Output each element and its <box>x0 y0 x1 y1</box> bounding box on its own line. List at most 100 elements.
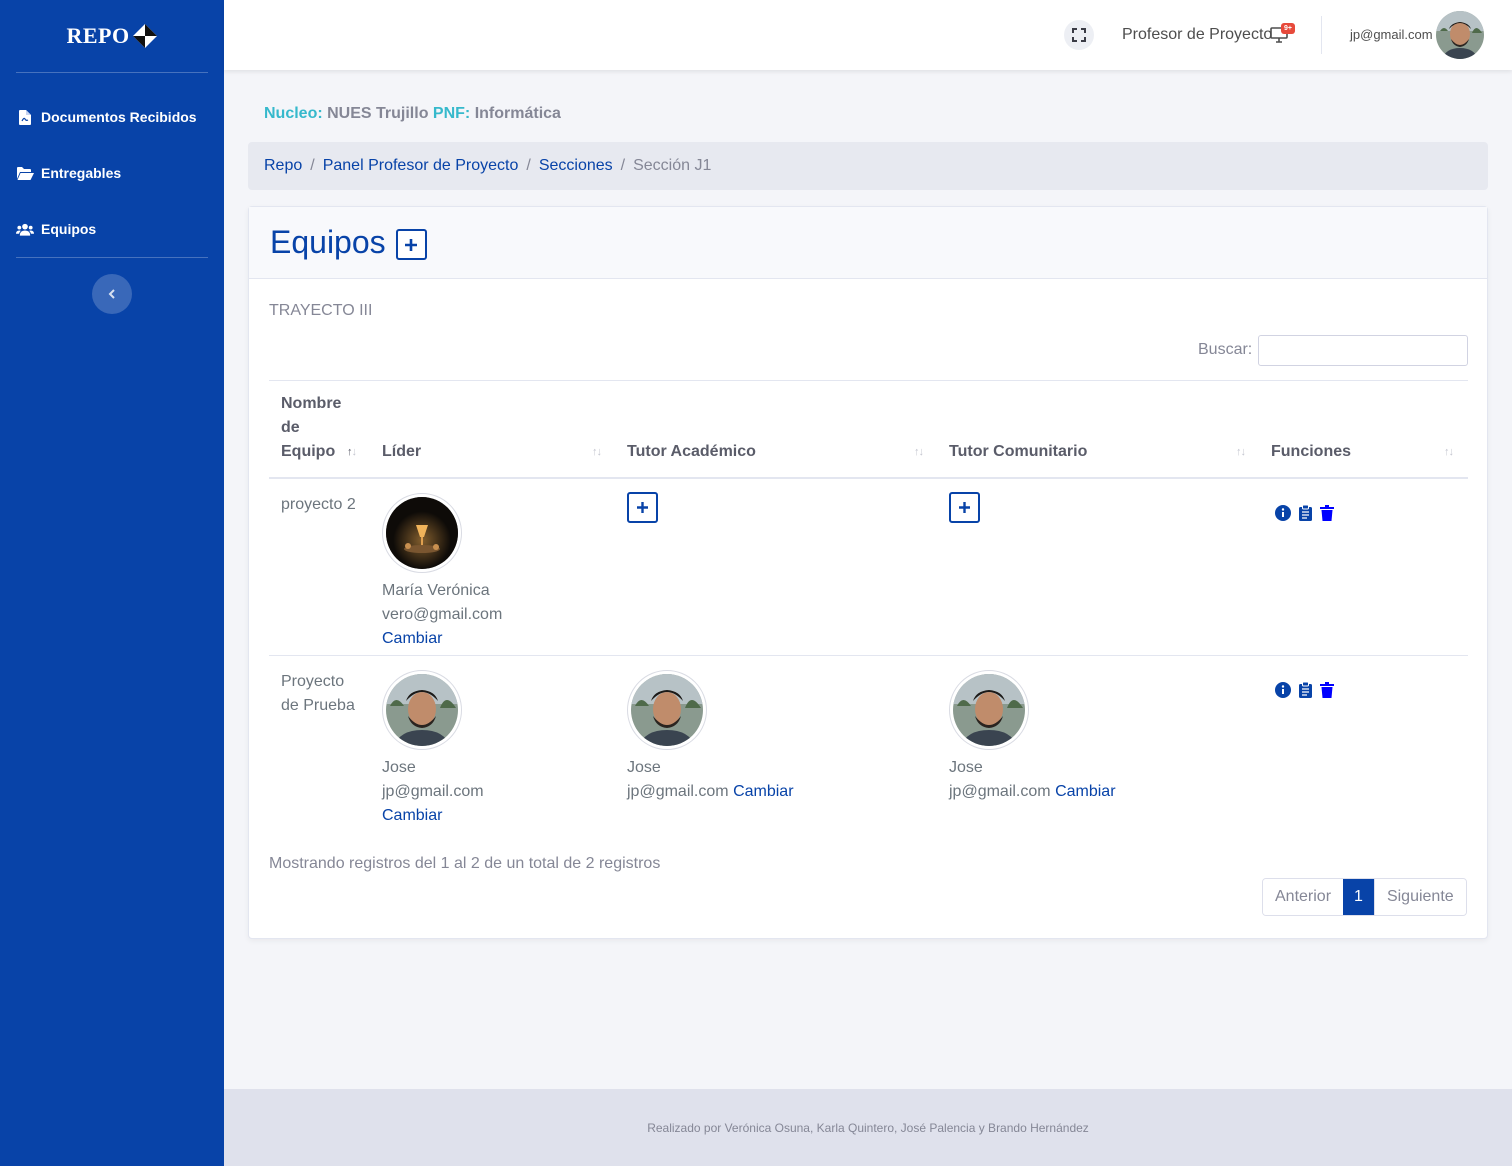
row-actions <box>1275 682 1335 698</box>
nucleo-pnf-info: Nucleo: NUES Trujillo PNF: Informática <box>264 105 561 123</box>
leader-name: María Verónica <box>382 582 490 599</box>
leader-avatar <box>382 493 462 573</box>
user-avatar[interactable] <box>1436 11 1484 59</box>
add-tutor-academico-button[interactable] <box>627 492 658 523</box>
pagination-page-1[interactable]: 1 <box>1343 879 1374 915</box>
header-funciones[interactable]: Funciones <box>1271 440 1351 464</box>
sort-icon[interactable]: ↑↓ <box>1236 446 1246 458</box>
brand-logo[interactable]: REPO <box>0 0 224 72</box>
plus-icon <box>405 238 418 251</box>
sidebar: REPO Documentos Recibidos Entregables Eq… <box>0 0 224 1166</box>
tutor-comunitario-email: jp@gmail.com <box>949 783 1051 800</box>
add-team-button[interactable] <box>395 229 427 260</box>
sidebar-item-equipos[interactable]: Equipos <box>0 201 224 257</box>
plus-icon <box>959 502 970 513</box>
brand-name: REPO <box>66 23 130 48</box>
users-icon <box>16 220 34 238</box>
site-footer: Realizado por Verónica Osuna, Karla Quin… <box>224 1089 1512 1166</box>
card-header: Equipos <box>249 207 1487 279</box>
change-tutor-comunitario-link[interactable]: Cambiar <box>1055 783 1115 800</box>
chevron-left-icon <box>108 289 115 299</box>
tutor-comunitario-cell <box>949 492 980 523</box>
pagination: Anterior 1 Siguiente <box>1262 878 1467 916</box>
trayecto-label: TRAYECTO III <box>269 302 373 319</box>
header-tutor-academico[interactable]: Tutor Académico <box>627 440 756 464</box>
header-nombre-equipo[interactable]: Nombre de Equipo <box>281 392 341 464</box>
clipboard-icon[interactable] <box>1297 682 1313 698</box>
sort-asc-icon[interactable]: ↑↓ <box>347 446 357 458</box>
header-label: Nombre <box>281 395 342 412</box>
leader-cell: María Verónica vero@gmail.com Cambiar <box>382 493 502 651</box>
pnf-value: Informática <box>474 105 561 122</box>
folder-open-icon <box>16 164 34 182</box>
leader-email: jp@gmail.com <box>382 783 484 800</box>
header-tutor-comunitario[interactable]: Tutor Comunitario <box>949 440 1087 464</box>
header-label: Equipo <box>281 443 336 460</box>
team-name-line: Proyecto <box>281 673 345 690</box>
breadcrumb-separator: / <box>620 157 626 174</box>
header-label: de <box>281 419 300 436</box>
fullscreen-button[interactable] <box>1064 20 1094 50</box>
nucleo-value: NUES Trujillo <box>327 105 429 122</box>
team-name: Proyecto de Prueba <box>281 670 355 718</box>
add-tutor-comunitario-button[interactable] <box>949 492 980 523</box>
info-icon[interactable] <box>1275 682 1291 698</box>
sidebar-item-documentos-recibidos[interactable]: Documentos Recibidos <box>0 89 224 145</box>
footer-credits: Realizado por Verónica Osuna, Karla Quin… <box>647 1120 1089 1135</box>
trash-icon[interactable] <box>1319 505 1335 521</box>
sort-icon[interactable]: ↑↓ <box>1444 446 1454 458</box>
change-leader-link[interactable]: Cambiar <box>382 630 442 647</box>
trash-icon[interactable] <box>1319 682 1335 698</box>
breadcrumb-separator: / <box>310 157 315 174</box>
tutor-academico-email: jp@gmail.com <box>627 783 729 800</box>
breadcrumb: Repo / Panel Profesor de Proyecto / Secc… <box>248 142 1488 190</box>
page-title: Equipos <box>270 224 386 260</box>
header-lider[interactable]: Líder <box>382 440 421 464</box>
expand-icon <box>1072 28 1086 42</box>
file-pdf-icon <box>16 108 34 126</box>
pagination-next-button[interactable]: Siguiente <box>1373 879 1466 915</box>
table-row: proyecto 2 María Verónica vero@gmail.com… <box>269 479 1468 656</box>
sort-icon[interactable]: ↑↓ <box>914 446 924 458</box>
topbar: Profesor de Proyecto 9+ jp@gmail.com <box>224 0 1512 70</box>
team-name-line: de Prueba <box>281 697 355 714</box>
team-name: proyecto 2 <box>281 496 356 513</box>
breadcrumb-current: Sección J1 <box>633 157 712 174</box>
tutor-comunitario-cell: Jose jp@gmail.com Cambiar <box>949 670 1116 804</box>
info-icon[interactable] <box>1275 505 1291 521</box>
tutor-comunitario-avatar <box>949 670 1029 750</box>
tutor-academico-name: Jose <box>627 759 661 776</box>
sidebar-item-label: Documentos Recibidos <box>41 109 197 125</box>
sidebar-toggle-button[interactable] <box>92 274 132 314</box>
sort-icon[interactable]: ↑↓ <box>592 446 602 458</box>
breadcrumb-secciones[interactable]: Secciones <box>539 157 613 175</box>
breadcrumb-repo[interactable]: Repo <box>264 157 302 175</box>
brand-mark-icon <box>132 24 157 48</box>
search-label: Buscar: <box>1198 341 1253 358</box>
leader-avatar <box>382 670 462 750</box>
row-actions <box>1275 505 1335 521</box>
tutor-academico-avatar <box>627 670 707 750</box>
change-tutor-academico-link[interactable]: Cambiar <box>733 783 793 800</box>
teams-table: Nombre de Equipo ↑↓ Líder ↑↓ Tutor Acadé… <box>269 380 1468 824</box>
user-email[interactable]: jp@gmail.com <box>1350 27 1433 42</box>
tutor-academico-cell <box>627 492 658 523</box>
nucleo-label: Nucleo: <box>264 105 323 122</box>
user-role[interactable]: Profesor de Proyecto <box>1122 26 1272 44</box>
pnf-label: PNF: <box>432 105 471 122</box>
table-header: Nombre de Equipo ↑↓ Líder ↑↓ Tutor Acadé… <box>269 380 1468 479</box>
leader-email: vero@gmail.com <box>382 606 503 623</box>
leader-name: Jose <box>382 759 416 776</box>
clipboard-icon[interactable] <box>1297 505 1313 521</box>
sidebar-item-entregables[interactable]: Entregables <box>0 145 224 201</box>
equipos-card: Equipos TRAYECTO III Buscar: Nombre de E… <box>248 206 1488 939</box>
sidebar-item-label: Equipos <box>41 221 97 237</box>
leader-cell: Jose jp@gmail.com Cambiar <box>382 670 484 828</box>
plus-icon <box>637 502 648 513</box>
change-leader-link[interactable]: Cambiar <box>382 807 442 824</box>
topbar-divider <box>1321 16 1322 54</box>
tutor-comunitario-name: Jose <box>949 759 983 776</box>
search-input[interactable] <box>1258 335 1468 366</box>
pagination-prev-button[interactable]: Anterior <box>1263 879 1344 915</box>
breadcrumb-panel-profesor[interactable]: Panel Profesor de Proyecto <box>323 157 519 175</box>
